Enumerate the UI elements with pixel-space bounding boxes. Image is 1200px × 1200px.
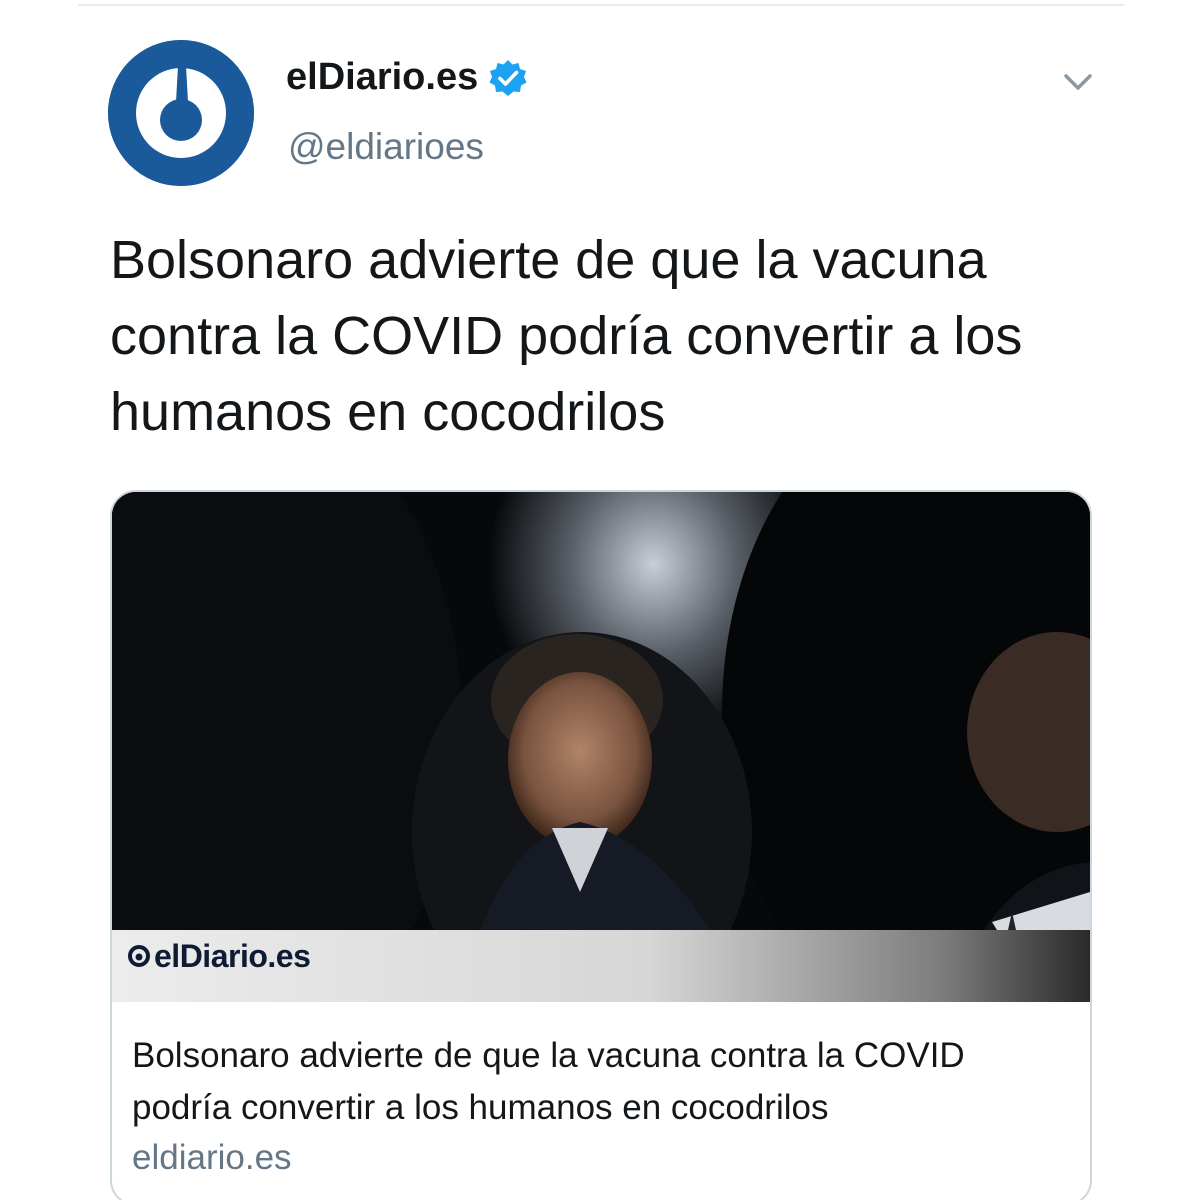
verified-badge-icon [488, 58, 528, 98]
link-card[interactable]: elDiario.es Bolsonaro advierte de que la… [110, 490, 1092, 1200]
card-image: elDiario.es [112, 492, 1090, 1002]
card-image-logo: elDiario.es [128, 936, 311, 976]
author-display-name[interactable]: elDiario.es [286, 56, 478, 99]
card-title[interactable]: Bolsonaro advierte de que la vacuna cont… [132, 1030, 1072, 1134]
eldiario-logo-icon [128, 945, 150, 967]
card-domain[interactable]: eldiario.es [132, 1138, 292, 1178]
card-image-logo-text: elDiario.es [154, 937, 311, 974]
divider [78, 4, 1124, 6]
author-handle[interactable]: @eldiarioes [288, 126, 484, 168]
tweet: elDiario.es @eldiarioes Bolsonaro advier… [0, 0, 1200, 1200]
tweet-text: Bolsonaro advierte de que la vacuna cont… [110, 230, 1023, 442]
chevron-down-icon[interactable] [1058, 62, 1098, 102]
avatar[interactable] [108, 40, 254, 186]
